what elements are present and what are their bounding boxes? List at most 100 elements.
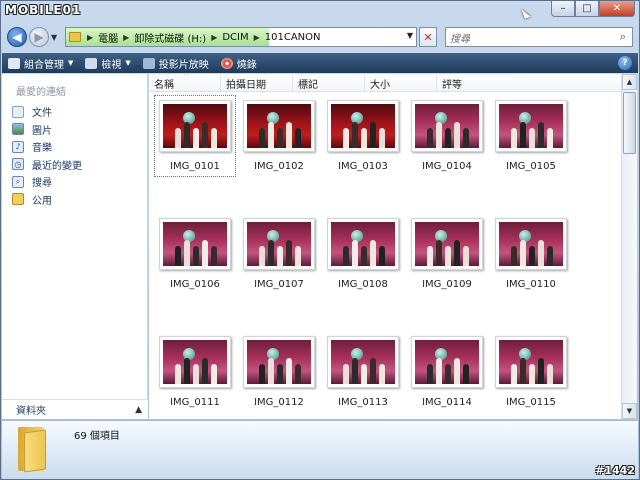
mouse-cursor-icon (521, 7, 531, 19)
file-name-label: IMG_0105 (506, 161, 556, 172)
column-header-date-taken[interactable]: 拍攝日期 (221, 74, 293, 92)
slideshow-button[interactable]: 投影片放映 (142, 56, 209, 71)
file-name-label: IMG_0104 (422, 161, 472, 172)
search-icon[interactable]: ⌕ (614, 30, 632, 44)
photo-thumbnail (243, 100, 315, 152)
chevron-down-icon: ▼ (125, 59, 131, 67)
column-header-label: 標記 (298, 79, 318, 91)
photo-thumbnail (495, 218, 567, 270)
file-name-label: IMG_0112 (254, 397, 304, 408)
file-thumbnail-item[interactable]: IMG_0110 (491, 218, 571, 290)
photo-thumbnail (411, 336, 483, 388)
chevron-up-icon: ▲ (135, 404, 142, 415)
maximize-button[interactable]: □ (575, 1, 599, 17)
forward-button[interactable]: ▶ (29, 27, 49, 47)
folders-toggle[interactable]: 資料夾 ▲ (2, 399, 148, 419)
photo-thumbnail (495, 336, 567, 388)
favorite-links-title: 最愛的連結 (16, 87, 66, 98)
pictures-icon (12, 123, 24, 136)
breadcrumb-dcim[interactable]: DCIM (222, 32, 248, 43)
folders-label: 資料夾 (16, 406, 46, 417)
file-name-label: IMG_0101 (170, 161, 220, 172)
column-header-name[interactable]: ^ 名稱 (149, 74, 221, 92)
favorite-links-list: 文件 圖片 ♪ 音樂 ◷ 最近的變更 ⌕ 搜尋 公用 (12, 103, 82, 208)
column-header-size[interactable]: 大小 (365, 74, 437, 92)
search-input[interactable]: 搜尋 ⌕ (445, 27, 633, 47)
burn-label: 燒錄 (236, 59, 257, 71)
chevron-down-icon[interactable]: ▼ (407, 31, 413, 40)
file-name-label: IMG_0110 (506, 279, 556, 290)
breadcrumb-computer[interactable]: 電腦 (98, 30, 118, 45)
nav-item-recent-changes[interactable]: ◷ 最近的變更 (12, 156, 82, 174)
address-row: ◀ ▶ ▼ ▶ 電腦 ▶ 卸除式磁碟 (H:) ▶ DCIM ▶ 101CANO… (7, 25, 633, 49)
help-button[interactable]: ? (618, 56, 632, 70)
stop-loading-button[interactable]: ✕ (419, 27, 437, 47)
file-thumbnail-item[interactable]: IMG_0114 (407, 336, 487, 408)
file-list-pane: ^ 名稱 拍攝日期 標記 大小 評等 IMG_0101 IMG_0102 IMG_0… (149, 74, 623, 419)
vertical-scrollbar[interactable]: ▲ ▼ (621, 74, 637, 419)
back-button[interactable]: ◀ (7, 27, 27, 47)
column-header-label: 名稱 (154, 79, 174, 91)
documents-icon (12, 105, 24, 118)
slideshow-label: 投影片放映 (158, 59, 209, 71)
music-icon: ♪ (12, 140, 24, 153)
file-thumbnail-item[interactable]: IMG_0112 (239, 336, 319, 408)
chevron-right-icon: ▶ (123, 32, 130, 42)
file-thumbnail-item[interactable]: IMG_0107 (239, 218, 319, 290)
file-name-label: IMG_0113 (338, 397, 388, 408)
scrollbar-thumb[interactable] (623, 92, 636, 154)
searches-icon: ⌕ (12, 175, 24, 188)
file-name-label: IMG_0114 (422, 397, 472, 408)
nav-item-documents[interactable]: 文件 (12, 103, 82, 121)
nav-item-label: 音樂 (32, 143, 52, 155)
chevron-right-icon: ▶ (253, 32, 260, 42)
column-header-label: 拍攝日期 (226, 79, 266, 91)
file-name-label: IMG_0108 (338, 279, 388, 290)
file-thumbnail-item[interactable]: IMG_0108 (323, 218, 403, 290)
burn-button[interactable]: 燒錄 (220, 56, 257, 71)
close-button[interactable]: ✕ (599, 1, 635, 17)
scroll-up-arrow-icon[interactable]: ▲ (622, 74, 637, 90)
column-header-tags[interactable]: 標記 (293, 74, 365, 92)
file-thumbnail-item[interactable]: IMG_0102 (239, 100, 319, 172)
organize-icon (8, 57, 20, 69)
file-thumbnail-item[interactable]: IMG_0111 (155, 336, 235, 408)
views-label: 檢視 (101, 59, 122, 71)
nav-item-public[interactable]: 公用 (12, 191, 82, 209)
photo-thumbnail (243, 218, 315, 270)
chevron-right-icon: ▶ (87, 32, 94, 42)
minimize-button[interactable]: – (551, 1, 575, 17)
caption-buttons: – □ ✕ (551, 1, 635, 17)
breadcrumb-101canon[interactable]: 101CANON (265, 32, 321, 43)
nav-item-label: 圖片 (32, 125, 52, 137)
organize-button[interactable]: 組合管理 ▼ (8, 56, 73, 71)
details-pane: 69 個項目 (2, 420, 638, 479)
file-thumbnail-item[interactable]: IMG_0104 (407, 100, 487, 172)
views-icon (85, 57, 98, 69)
scroll-down-arrow-icon[interactable]: ▼ (622, 403, 637, 419)
nav-item-pictures[interactable]: 圖片 (12, 121, 82, 139)
file-thumbnail-item[interactable]: IMG_0113 (323, 336, 403, 408)
column-header-label: 大小 (370, 79, 390, 91)
file-thumbnail-item[interactable]: IMG_0115 (491, 336, 571, 408)
file-thumbnail-item[interactable]: IMG_0101 (154, 95, 236, 177)
breadcrumb-removable-disk[interactable]: 卸除式磁碟 (H:) (134, 30, 206, 45)
photo-thumbnail (495, 100, 567, 152)
nav-item-music[interactable]: ♪ 音樂 (12, 138, 82, 156)
photo-thumbnail (411, 100, 483, 152)
nav-item-label: 搜尋 (32, 178, 52, 190)
file-thumbnail-item[interactable]: IMG_0103 (323, 100, 403, 172)
recent-pages-dropdown-icon[interactable]: ▼ (51, 33, 61, 42)
file-thumbnail-item[interactable]: IMG_0105 (491, 100, 571, 172)
file-thumbnail-item[interactable]: IMG_0109 (407, 218, 487, 290)
command-toolbar: 組合管理 ▼ 檢視 ▼ 投影片放映 燒錄 ? (2, 53, 638, 73)
slideshow-icon (142, 57, 155, 69)
photo-thumbnail (159, 218, 231, 270)
file-thumbnail-item[interactable]: IMG_0106 (155, 218, 235, 290)
nav-item-label: 最近的變更 (32, 160, 82, 172)
photo-thumbnail (159, 100, 231, 152)
address-bar[interactable]: ▶ 電腦 ▶ 卸除式磁碟 (H:) ▶ DCIM ▶ 101CANON ▼ (65, 27, 417, 47)
nav-item-searches[interactable]: ⌕ 搜尋 (12, 173, 82, 191)
column-header-rating[interactable]: 評等 (437, 74, 509, 92)
views-button[interactable]: 檢視 ▼ (85, 56, 131, 71)
